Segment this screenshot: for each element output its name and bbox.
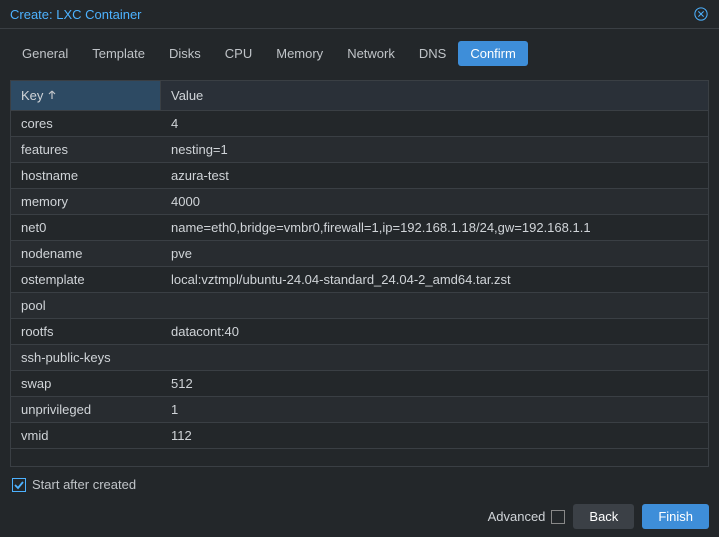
table-row[interactable]: rootfsdatacont:40 xyxy=(11,318,708,344)
table-row[interactable]: pool xyxy=(11,292,708,318)
tab-memory[interactable]: Memory xyxy=(264,41,335,66)
cell-key: unprivileged xyxy=(11,397,161,422)
close-icon[interactable] xyxy=(693,6,709,22)
table-row[interactable]: ssh-public-keys xyxy=(11,344,708,370)
column-key[interactable]: Key xyxy=(11,81,161,110)
table-row[interactable]: swap512 xyxy=(11,370,708,396)
grid-footer xyxy=(11,448,708,466)
cell-key: features xyxy=(11,137,161,162)
column-value-label: Value xyxy=(171,88,203,103)
cell-key: rootfs xyxy=(11,319,161,344)
cell-value: 112 xyxy=(161,423,708,448)
table-row[interactable]: unprivileged1 xyxy=(11,396,708,422)
start-after-created-label: Start after created xyxy=(32,477,136,492)
cell-value: 1 xyxy=(161,397,708,422)
cell-value xyxy=(161,293,708,318)
bottom-bar: Advanced Back Finish xyxy=(0,496,719,537)
cell-key: vmid xyxy=(11,423,161,448)
cell-value: local:vztmpl/ubuntu-24.04-standard_24.04… xyxy=(161,267,708,292)
table-row[interactable]: hostnameazura-test xyxy=(11,162,708,188)
summary-grid: Key Value cores4featuresnesting=1hostnam… xyxy=(10,80,709,467)
cell-key: memory xyxy=(11,189,161,214)
tab-confirm[interactable]: Confirm xyxy=(458,41,528,66)
dialog-title: Create: LXC Container xyxy=(10,7,142,22)
start-after-created-row: Start after created xyxy=(10,467,709,492)
cell-value xyxy=(161,345,708,370)
sort-asc-icon xyxy=(47,88,57,103)
cell-key: swap xyxy=(11,371,161,396)
cell-key: ostemplate xyxy=(11,267,161,292)
titlebar: Create: LXC Container xyxy=(0,0,719,29)
tab-cpu[interactable]: CPU xyxy=(213,41,264,66)
cell-value: name=eth0,bridge=vmbr0,firewall=1,ip=192… xyxy=(161,215,708,240)
table-row[interactable]: cores4 xyxy=(11,110,708,136)
cell-value: 4000 xyxy=(161,189,708,214)
cell-value: azura-test xyxy=(161,163,708,188)
table-row[interactable]: vmid112 xyxy=(11,422,708,448)
table-row[interactable]: featuresnesting=1 xyxy=(11,136,708,162)
back-button[interactable]: Back xyxy=(573,504,634,529)
cell-value: datacont:40 xyxy=(161,319,708,344)
cell-key: hostname xyxy=(11,163,161,188)
cell-key: ssh-public-keys xyxy=(11,345,161,370)
column-value[interactable]: Value xyxy=(161,81,708,110)
tab-network[interactable]: Network xyxy=(335,41,407,66)
tab-disks[interactable]: Disks xyxy=(157,41,213,66)
cell-key: pool xyxy=(11,293,161,318)
table-row[interactable]: net0name=eth0,bridge=vmbr0,firewall=1,ip… xyxy=(11,214,708,240)
create-lxc-dialog: Create: LXC Container GeneralTemplateDis… xyxy=(0,0,719,537)
finish-button[interactable]: Finish xyxy=(642,504,709,529)
cell-value: pve xyxy=(161,241,708,266)
table-row[interactable]: memory4000 xyxy=(11,188,708,214)
cell-value: 512 xyxy=(161,371,708,396)
confirm-panel: Key Value cores4featuresnesting=1hostnam… xyxy=(0,72,719,496)
cell-value: nesting=1 xyxy=(161,137,708,162)
cell-value: 4 xyxy=(161,111,708,136)
cell-key: net0 xyxy=(11,215,161,240)
column-key-label: Key xyxy=(21,88,43,103)
cell-key: nodename xyxy=(11,241,161,266)
table-row[interactable]: nodenamepve xyxy=(11,240,708,266)
advanced-label: Advanced xyxy=(488,509,546,524)
advanced-group: Advanced xyxy=(488,509,566,524)
start-after-created-checkbox[interactable] xyxy=(12,478,26,492)
table-row[interactable]: ostemplatelocal:vztmpl/ubuntu-24.04-stan… xyxy=(11,266,708,292)
tab-general[interactable]: General xyxy=(10,41,80,66)
tab-strip: GeneralTemplateDisksCPUMemoryNetworkDNSC… xyxy=(0,29,719,72)
grid-header: Key Value xyxy=(11,81,708,110)
grid-body: cores4featuresnesting=1hostnameazura-tes… xyxy=(11,110,708,448)
tab-dns[interactable]: DNS xyxy=(407,41,458,66)
cell-key: cores xyxy=(11,111,161,136)
tab-template[interactable]: Template xyxy=(80,41,157,66)
advanced-checkbox[interactable] xyxy=(551,510,565,524)
